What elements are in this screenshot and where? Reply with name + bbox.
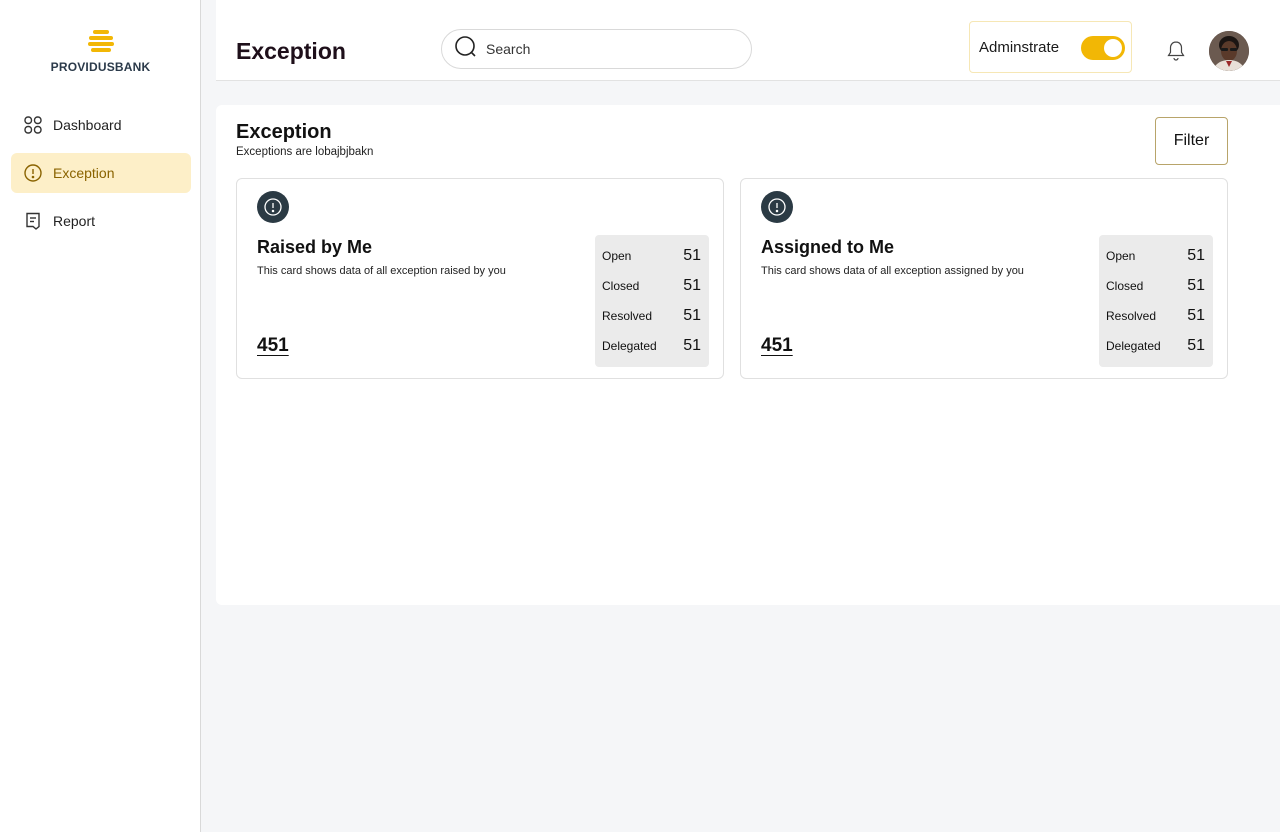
card-assigned-to-me[interactable]: Assigned to Me This card shows data of a… [740, 178, 1228, 379]
stats-panel: Open 51 Closed 51 Resolved 51 Delegated … [1099, 235, 1213, 367]
alert-circle-icon [257, 191, 289, 223]
stat-value: 51 [683, 247, 701, 264]
stat-row-closed: Closed 51 [1106, 271, 1205, 301]
card-raised-by-me[interactable]: Raised by Me This card shows data of all… [236, 178, 724, 379]
alert-circle-icon [761, 191, 793, 223]
card-total[interactable]: 451 [761, 335, 793, 357]
stat-label: Open [602, 249, 632, 263]
stat-row-resolved: Resolved 51 [602, 301, 701, 331]
card-total[interactable]: 451 [257, 335, 289, 357]
stats-panel: Open 51 Closed 51 Resolved 51 Delegated … [595, 235, 709, 367]
stat-label: Delegated [602, 339, 657, 353]
alert-circle-icon [23, 163, 43, 183]
search-icon [454, 35, 478, 64]
admin-mode-switch: Adminstrate [969, 21, 1132, 73]
providus-logo-icon [87, 28, 115, 56]
stat-label: Resolved [1106, 309, 1157, 323]
admin-label: Adminstrate [979, 38, 1060, 56]
stat-value: 51 [683, 277, 701, 294]
toggle-knob [1104, 39, 1122, 57]
avatar[interactable] [1209, 31, 1249, 71]
report-icon [23, 211, 43, 231]
section-subtitle: Exceptions are lobajbjbakn [236, 146, 374, 158]
stat-label: Closed [1106, 279, 1144, 293]
sidebar-item-dashboard[interactable]: Dashboard [11, 105, 191, 145]
sidebar-item-label: Exception [53, 165, 115, 181]
stat-row-delegated: Delegated 51 [1106, 331, 1205, 361]
stat-value: 51 [683, 307, 701, 324]
sidebar-item-label: Dashboard [53, 117, 122, 133]
card-description: This card shows data of all exception ra… [257, 265, 506, 277]
stat-value: 51 [1187, 247, 1205, 264]
admin-toggle[interactable] [1081, 36, 1125, 60]
stat-row-closed: Closed 51 [602, 271, 701, 301]
stat-label: Delegated [1106, 339, 1161, 353]
stat-row-open: Open 51 [1106, 241, 1205, 271]
card-description: This card shows data of all exception as… [761, 265, 1024, 277]
card-title: Raised by Me [257, 237, 373, 257]
stat-value: 51 [1187, 337, 1205, 354]
exception-panel: Exception Exceptions are lobajbjbakn Fil… [216, 105, 1280, 605]
sidebar-nav: Dashboard Exception Report [11, 105, 191, 249]
sidebar: PROVIDUSBANK Dashboard Exception Report [0, 0, 201, 832]
sidebar-item-exception[interactable]: Exception [11, 153, 191, 193]
search-input[interactable] [486, 41, 726, 57]
stat-value: 51 [1187, 277, 1205, 294]
stat-row-resolved: Resolved 51 [1106, 301, 1205, 331]
stat-row-delegated: Delegated 51 [602, 331, 701, 361]
sidebar-item-report[interactable]: Report [11, 201, 191, 241]
section-title: Exception [236, 121, 332, 143]
top-header: Exception Adminstrate [216, 0, 1280, 81]
filter-button[interactable]: Filter [1155, 117, 1228, 165]
stat-value: 51 [1187, 307, 1205, 324]
page-title: Exception [236, 38, 346, 64]
grid-icon [23, 115, 43, 135]
search-bar[interactable] [441, 29, 752, 69]
brand-name: PROVIDUSBANK [50, 60, 151, 74]
sidebar-item-label: Report [53, 213, 96, 229]
brand-logo[interactable]: PROVIDUSBANK [0, 28, 201, 74]
stat-row-open: Open 51 [602, 241, 701, 271]
bell-icon[interactable] [1166, 40, 1186, 62]
stat-label: Closed [602, 279, 640, 293]
stat-value: 51 [683, 337, 701, 354]
card-title: Assigned to Me [761, 237, 895, 257]
stat-label: Open [1106, 249, 1136, 263]
stat-label: Resolved [602, 309, 653, 323]
